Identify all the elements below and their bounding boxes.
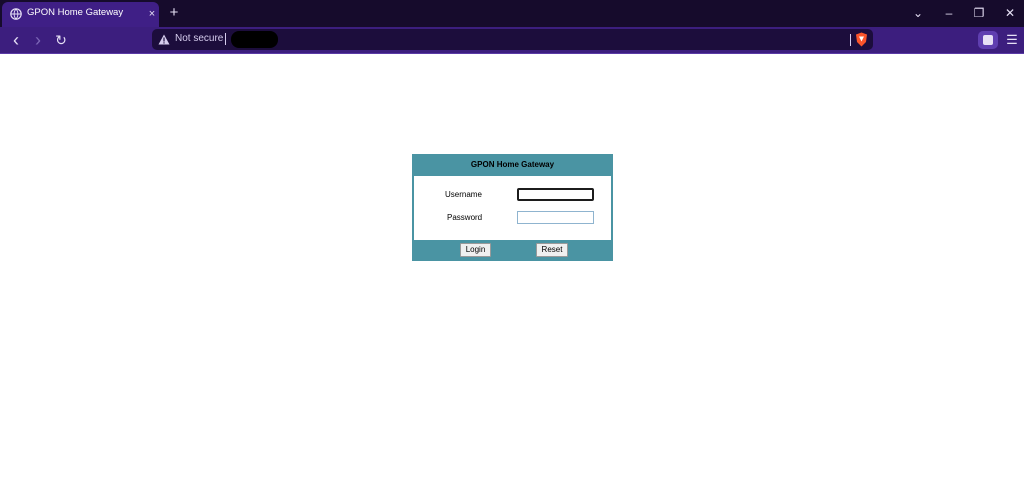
url-text[interactable] — [231, 31, 278, 48]
restore-button[interactable]: ❐ — [968, 4, 990, 22]
tab-gpon-home-gateway[interactable]: GPON Home Gateway × — [2, 2, 159, 27]
login-panel: GPON Home Gateway Username Password Logi… — [412, 154, 613, 261]
close-window-button[interactable]: ✕ — [999, 4, 1021, 22]
login-button[interactable]: Login — [460, 243, 491, 257]
login-title: GPON Home Gateway — [470, 160, 555, 169]
login-fields: Username Password — [414, 176, 611, 240]
url-divider — [225, 33, 226, 45]
username-input[interactable] — [517, 188, 594, 201]
menu-icon[interactable]: ☰ — [1004, 31, 1020, 49]
minimize-button[interactable]: – — [938, 4, 960, 22]
new-tab-button[interactable]: + — [166, 4, 182, 22]
forward-button[interactable]: › — [29, 31, 47, 49]
warning-icon — [158, 34, 170, 45]
password-input[interactable] — [517, 211, 594, 224]
reset-button[interactable]: Reset — [536, 243, 568, 257]
back-button[interactable]: ‹ — [7, 31, 25, 49]
password-label: Password — [447, 213, 483, 222]
tab-close-icon[interactable]: × — [146, 7, 158, 21]
toolbar-divider — [0, 53, 1024, 54]
tab-search-icon[interactable]: ⌄ — [907, 4, 929, 22]
reload-button[interactable]: ↻ — [52, 31, 70, 49]
tab-title: GPON Home Gateway — [27, 7, 124, 18]
globe-icon — [10, 8, 22, 20]
profile-icon — [983, 35, 993, 45]
profile-button[interactable] — [978, 31, 998, 49]
omnibox-divider — [850, 34, 851, 46]
security-label[interactable]: Not secure — [175, 33, 223, 44]
brave-shield-icon[interactable] — [855, 32, 868, 47]
username-label: Username — [445, 190, 482, 199]
